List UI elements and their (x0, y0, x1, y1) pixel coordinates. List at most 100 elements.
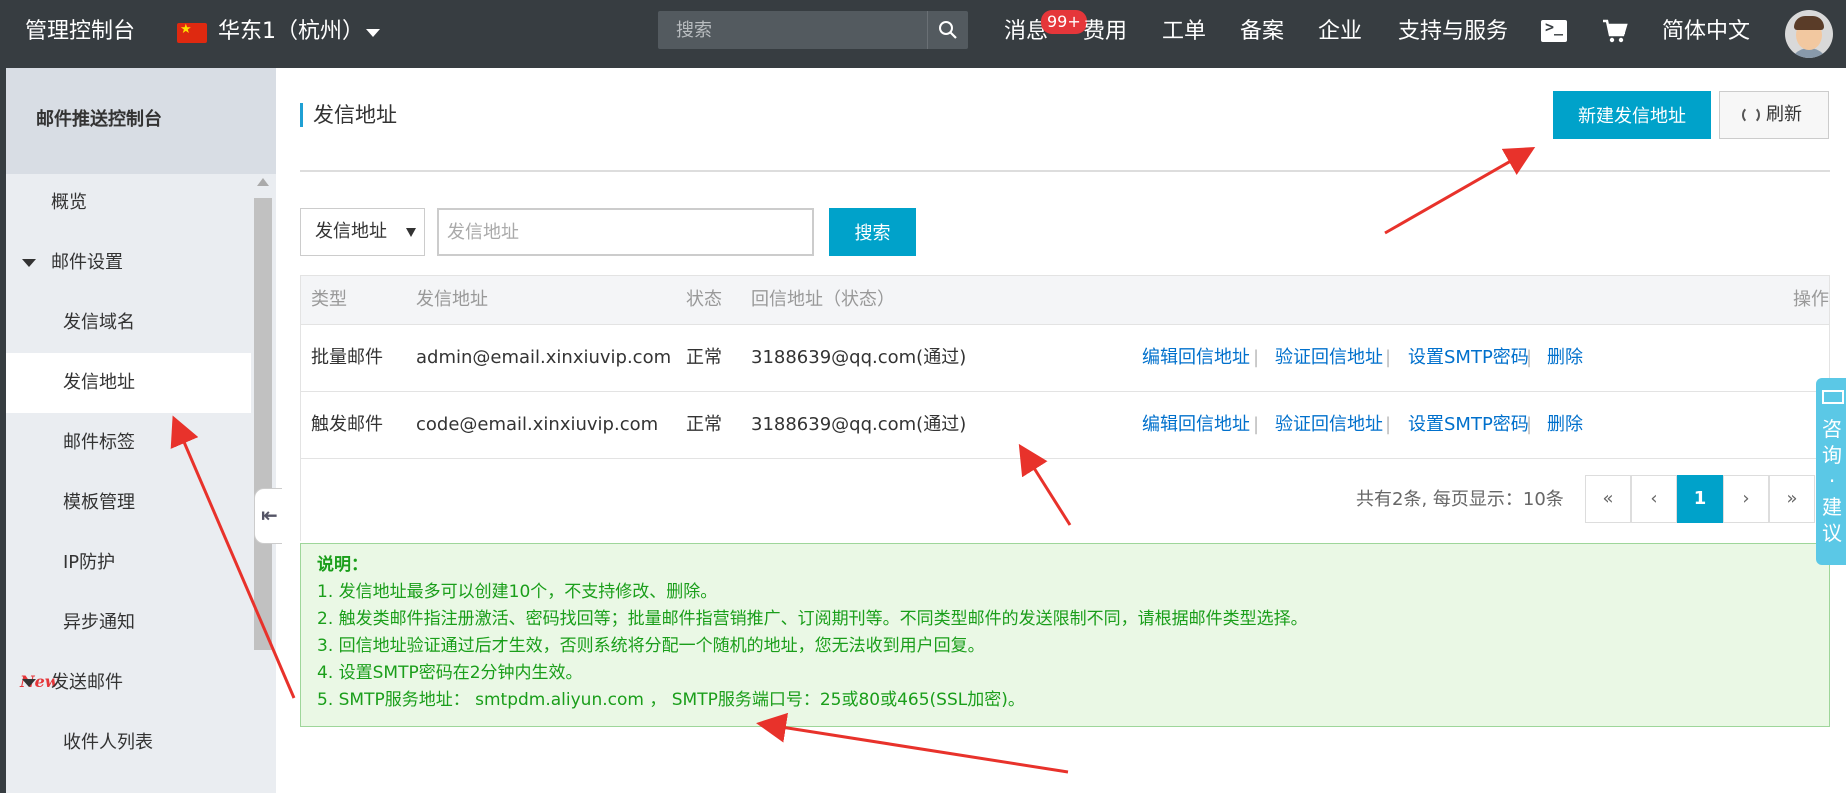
action-separator: | (1526, 347, 1533, 368)
delete-link[interactable]: 删除 (1547, 392, 1583, 458)
verify-reply-address-link[interactable]: 验证回信地址 (1275, 392, 1383, 458)
page-last-button[interactable]: » (1769, 475, 1815, 523)
cell-reply-address: 3188639@qq.com(通过) (751, 347, 967, 368)
console-brand[interactable]: 管理控制台 (25, 0, 135, 68)
sidebar-item-label: 发信域名 (63, 312, 135, 333)
sidebar-group-send-mail[interactable]: 发送邮件 (6, 653, 251, 713)
language-selector[interactable]: 简体中文 (1662, 0, 1750, 68)
action-separator: | (1526, 414, 1533, 435)
filter-field-value: 发信地址 (315, 221, 387, 242)
page-first-button[interactable]: « (1585, 475, 1631, 523)
page-next-button[interactable]: › (1723, 475, 1769, 523)
instruction-line: 2. 触发类邮件指注册激活、密码找回等；批量邮件指营销推广、订阅期刊等。不同类型… (317, 609, 1308, 629)
cell-status: 正常 (686, 414, 722, 435)
create-sender-address-button[interactable]: 新建发信地址 (1553, 91, 1711, 139)
divider (300, 170, 1830, 172)
cell-status: 正常 (686, 347, 722, 368)
refresh-button[interactable]: 刷新 (1719, 91, 1829, 139)
search-button[interactable] (927, 11, 968, 49)
scroll-up-arrow-icon[interactable] (257, 178, 269, 186)
sidebar-item-mail-tags[interactable]: 邮件标签 (6, 413, 251, 473)
edit-reply-address-link[interactable]: 编辑回信地址 (1142, 325, 1250, 391)
terminal-icon[interactable]: >_ (1541, 18, 1567, 42)
sidebar: 邮件推送控制台 概览 邮件设置 发信域名 发信地址 邮件标签 模板管理 IP防护… (6, 68, 282, 793)
verify-reply-address-link[interactable]: 验证回信地址 (1275, 325, 1383, 391)
sidebar-item-label: IP防护 (63, 552, 116, 573)
cell-type: 触发邮件 (311, 414, 383, 435)
global-search (658, 11, 968, 49)
consult-feedback-tab[interactable]: 咨询·建议 (1816, 378, 1846, 565)
column-header-actions: 操作 (1793, 289, 1829, 310)
caret-down-icon (22, 259, 36, 267)
nav-icp-filing[interactable]: 备案 (1240, 0, 1284, 68)
cart-icon[interactable] (1602, 18, 1628, 44)
sidebar-item-templates[interactable]: 模板管理 (6, 473, 251, 533)
user-avatar[interactable] (1785, 10, 1833, 58)
sidebar-header: 邮件推送控制台 (6, 68, 276, 174)
page-prev-button[interactable]: ‹ (1631, 475, 1677, 523)
sidebar-group-mail-settings[interactable]: 邮件设置 (6, 233, 251, 293)
sidebar-item-label: 概览 (51, 192, 87, 213)
instructions-title: 说明： (317, 555, 368, 575)
sidebar-item-label: 发送邮件 (51, 672, 123, 693)
filter-search-button[interactable]: 搜索 (829, 208, 916, 256)
delete-link[interactable]: 删除 (1547, 325, 1583, 391)
filter-input[interactable] (437, 208, 814, 256)
sidebar-item-recipient-lists[interactable]: 收件人列表 (6, 713, 251, 773)
consult-feedback-label: 咨询·建议 (1822, 417, 1842, 545)
nav-enterprise[interactable]: 企业 (1318, 0, 1362, 68)
sidebar-scrollbar[interactable] (253, 176, 273, 793)
search-icon (939, 21, 957, 39)
edit-reply-address-link[interactable]: 编辑回信地址 (1142, 392, 1250, 458)
sidebar-title: 邮件推送控制台 (36, 109, 162, 130)
chevron-down-icon[interactable] (366, 29, 380, 37)
nav-messages[interactable]: 消息 (1004, 0, 1048, 68)
sidebar-item-async-notify[interactable]: 异步通知 (6, 593, 251, 653)
sidebar-item-ip-protection[interactable]: IP防护 (6, 533, 251, 593)
set-smtp-password-link[interactable]: 设置SMTP密码 (1408, 325, 1529, 391)
sidebar-item-sender-domains[interactable]: 发信域名 (6, 293, 251, 353)
instruction-line: 3. 回信地址验证通过后才生效，否则系统将分配一个随机的地址，您无法收到用户回复… (317, 636, 985, 656)
set-smtp-password-link[interactable]: 设置SMTP密码 (1408, 392, 1529, 458)
scrollbar-thumb[interactable] (254, 198, 272, 650)
sidebar-item-label: 异步通知 (63, 612, 135, 633)
refresh-icon (1742, 106, 1760, 124)
instruction-line: 1. 发信地址最多可以创建10个，不支持修改、删除。 (317, 582, 718, 602)
action-separator: | (1253, 347, 1260, 368)
mail-icon (1822, 390, 1844, 404)
sidebar-item-label: 发信地址 (63, 372, 135, 393)
nav-support[interactable]: 支持与服务 (1398, 0, 1508, 68)
table-row: 批量邮件 admin@email.xinxiuvip.com 正常 318863… (300, 325, 1830, 392)
page-current-button[interactable]: 1 (1677, 475, 1723, 523)
column-header-type: 类型 (311, 289, 347, 310)
message-count-badge: 99+ (1041, 10, 1087, 34)
top-navigation-bar: 管理控制台 华东1（杭州） 消息 99+ 费用 工单 备案 企业 支持与服务 >… (0, 0, 1846, 68)
refresh-button-label: 刷新 (1766, 104, 1802, 125)
filter-field-select[interactable]: 发信地址 (300, 208, 425, 256)
china-flag-icon (177, 21, 207, 43)
sidebar-item-label: 模板管理 (63, 492, 135, 513)
cell-address: code@email.xinxiuvip.com (416, 414, 659, 435)
dropdown-arrow-icon (406, 228, 416, 237)
pagination: 共有2条, 每页显示：10条 « ‹ 1 › » (300, 459, 1830, 541)
sidebar-item-label: 邮件设置 (51, 252, 123, 273)
instruction-line: 5. SMTP服务地址： smtpdm.aliyun.com ， SMTP服务端… (317, 690, 1025, 710)
instruction-line: 4. 设置SMTP密码在2分钟内生效。 (317, 663, 583, 683)
column-header-address: 发信地址 (416, 289, 488, 310)
global-search-input[interactable] (658, 11, 928, 49)
action-separator: | (1385, 347, 1392, 368)
table-row: 触发邮件 code@email.xinxiuvip.com 正常 3188639… (300, 392, 1830, 459)
page-title: 发信地址 (300, 103, 397, 127)
table-header: 类型 发信地址 状态 回信地址（状态） 操作 (300, 275, 1830, 325)
action-separator: | (1253, 414, 1260, 435)
region-selector[interactable]: 华东1（杭州） (218, 0, 364, 68)
sidebar-item-overview[interactable]: 概览 (6, 173, 251, 233)
caret-down-icon (22, 679, 36, 687)
column-header-status: 状态 (686, 289, 722, 310)
column-header-reply-address: 回信地址（状态） (751, 289, 895, 310)
nav-billing[interactable]: 费用 (1083, 0, 1127, 68)
cell-address: admin@email.xinxiuvip.com (416, 347, 672, 368)
cell-type: 批量邮件 (311, 347, 383, 368)
nav-tickets[interactable]: 工单 (1162, 0, 1206, 68)
sidebar-item-sender-addresses[interactable]: 发信地址 (6, 353, 251, 413)
